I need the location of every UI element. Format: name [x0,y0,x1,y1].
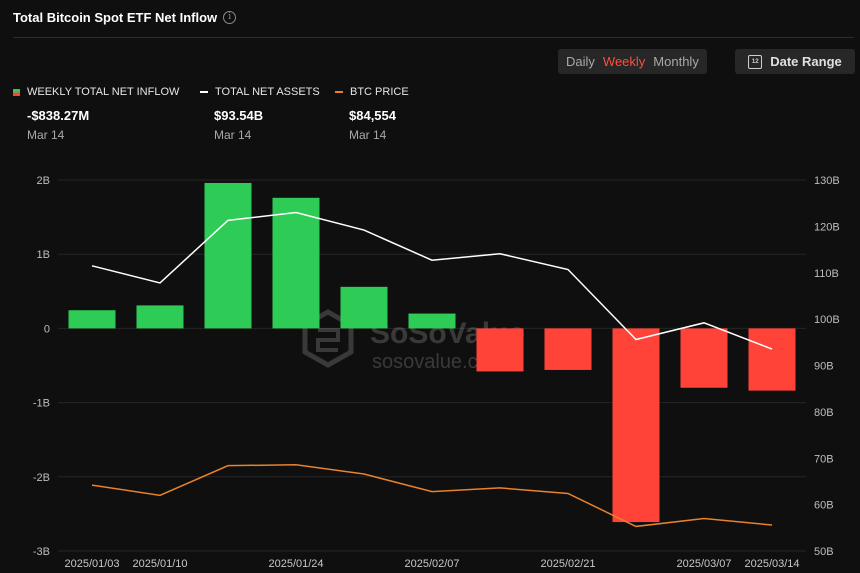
left-tick-label: -3B [33,546,50,558]
left-tick-label: 1B [37,249,50,261]
inflow-bar [340,286,388,329]
right-tick-label: 80B [814,407,834,419]
x-tick-label: 2025/01/03 [64,558,119,570]
left-tick-label: 0 [44,323,50,335]
inflow-bar [748,328,796,391]
inflow-bar [204,182,252,329]
right-tick-label: 130B [814,175,840,187]
inflow-bar [476,328,524,372]
right-tick-label: 50B [814,546,834,558]
right-tick-label: 110B [814,268,839,280]
right-tick-label: 70B [814,453,834,465]
right-tick-label: 120B [814,221,840,233]
inflow-bar [680,328,728,388]
right-tick-label: 60B [814,500,834,512]
inflow-bar [612,328,660,523]
inflow-bar [136,305,184,329]
right-tick-label: 90B [814,361,834,373]
x-tick-label: 2025/02/07 [404,558,459,570]
inflow-bar [68,310,116,329]
btc-price-line [91,463,773,528]
inflow-bar [408,313,456,329]
left-tick-label: -2B [33,472,50,484]
x-tick-label: 2025/03/07 [676,558,731,570]
x-tick-label: 2025/03/14 [744,558,799,570]
x-tick-label: 2025/02/21 [540,558,595,570]
chart-plot: SoSoValue sosovalue.com 2B1B0-1B-2B-3B 1… [33,175,840,570]
right-axis: 130B 120B 110B 100B 90B 80B 70B 60B 50B [814,175,840,558]
x-axis: 2025/01/03 2025/01/10 2025/01/24 2025/02/07… [64,558,799,570]
left-tick-label: -1B [33,398,50,410]
x-tick-label: 2025/01/10 [132,558,187,570]
x-tick-label: 2025/01/24 [268,558,323,570]
left-tick-label: 2B [37,175,50,187]
left-axis: 2B 1B 0 -1B -2B -3B [33,175,50,558]
inflow-bar [544,328,592,370]
right-tick-label: 100B [814,314,840,326]
